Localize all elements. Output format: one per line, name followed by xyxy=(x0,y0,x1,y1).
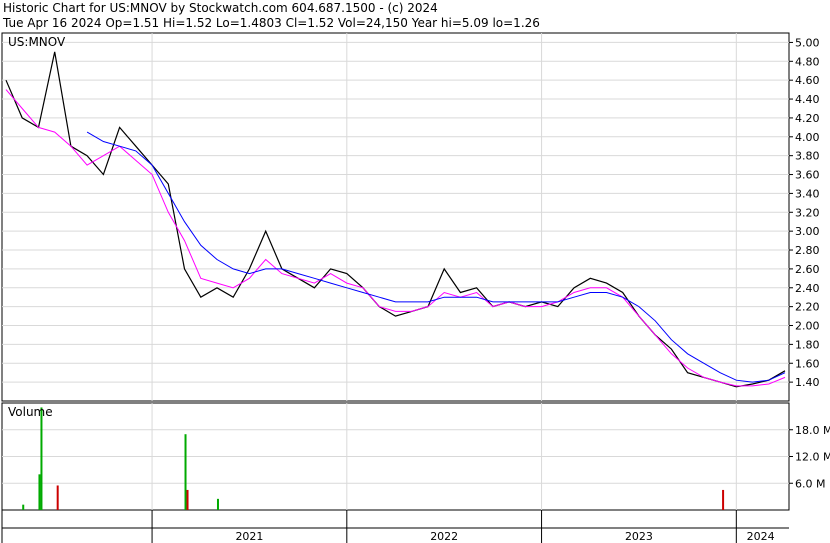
price-tick-label: 2.60 xyxy=(795,263,820,276)
volume-layer xyxy=(22,407,725,510)
price-tick-label: 4.60 xyxy=(795,74,820,87)
price-tick-label: 2.80 xyxy=(795,244,820,257)
volume-bar xyxy=(184,434,187,510)
price-tick-label: 4.40 xyxy=(795,93,820,106)
price-layer xyxy=(5,51,786,388)
price-tick-label: 3.60 xyxy=(795,169,820,182)
year-tick-label: 2024 xyxy=(747,530,775,543)
price-tick-label: 2.40 xyxy=(795,282,820,295)
axis-ticks: 5.00 4.80 4.60 4.40 4.20 4.00 3.80 3.60 3.40 3.20… xyxy=(151,36,830,543)
price-tick-label: 1.60 xyxy=(795,357,820,370)
price-tick-label: 2.00 xyxy=(795,320,820,333)
volume-bar xyxy=(722,489,725,510)
price-tick-label: 3.40 xyxy=(795,187,820,200)
symbol-label: US:MNOV xyxy=(8,35,66,49)
price-tick-label: 5.00 xyxy=(795,36,820,49)
volume-bar xyxy=(186,489,189,510)
price-panel-frame xyxy=(1,32,790,402)
year-tick-label: 2023 xyxy=(625,530,653,543)
price-tick-label: 3.80 xyxy=(795,150,820,163)
price-tick-label: 4.00 xyxy=(795,131,820,144)
price-tick-label: 1.80 xyxy=(795,338,820,351)
volume-bar xyxy=(56,485,59,510)
volume-bar xyxy=(40,407,43,510)
price-tick-label: 1.40 xyxy=(795,376,820,389)
price-tick-label: 3.00 xyxy=(795,225,820,238)
price-tick-label: 3.20 xyxy=(795,206,820,219)
volume-bar xyxy=(216,498,219,510)
ma-short-line xyxy=(5,89,786,387)
grid xyxy=(2,33,789,510)
stock-chart: 5.00 4.80 4.60 4.40 4.20 4.00 3.80 3.60 3.40 3.20… xyxy=(1,32,830,543)
volume-tick-label: 12.0 M xyxy=(795,451,830,464)
price-tick-label: 4.80 xyxy=(795,55,820,68)
volume-bar xyxy=(22,504,25,510)
price-tick-label: 2.20 xyxy=(795,301,820,314)
year-tick-label: 2022 xyxy=(430,530,458,543)
volume-label: Volume xyxy=(8,405,53,419)
volume-tick-label: 6.0 M xyxy=(795,477,825,490)
volume-tick-label: 18.0 M xyxy=(795,424,830,437)
volume-bar xyxy=(38,474,41,510)
year-tick-label: 2021 xyxy=(235,530,263,543)
price-tick-label: 4.20 xyxy=(795,112,820,125)
